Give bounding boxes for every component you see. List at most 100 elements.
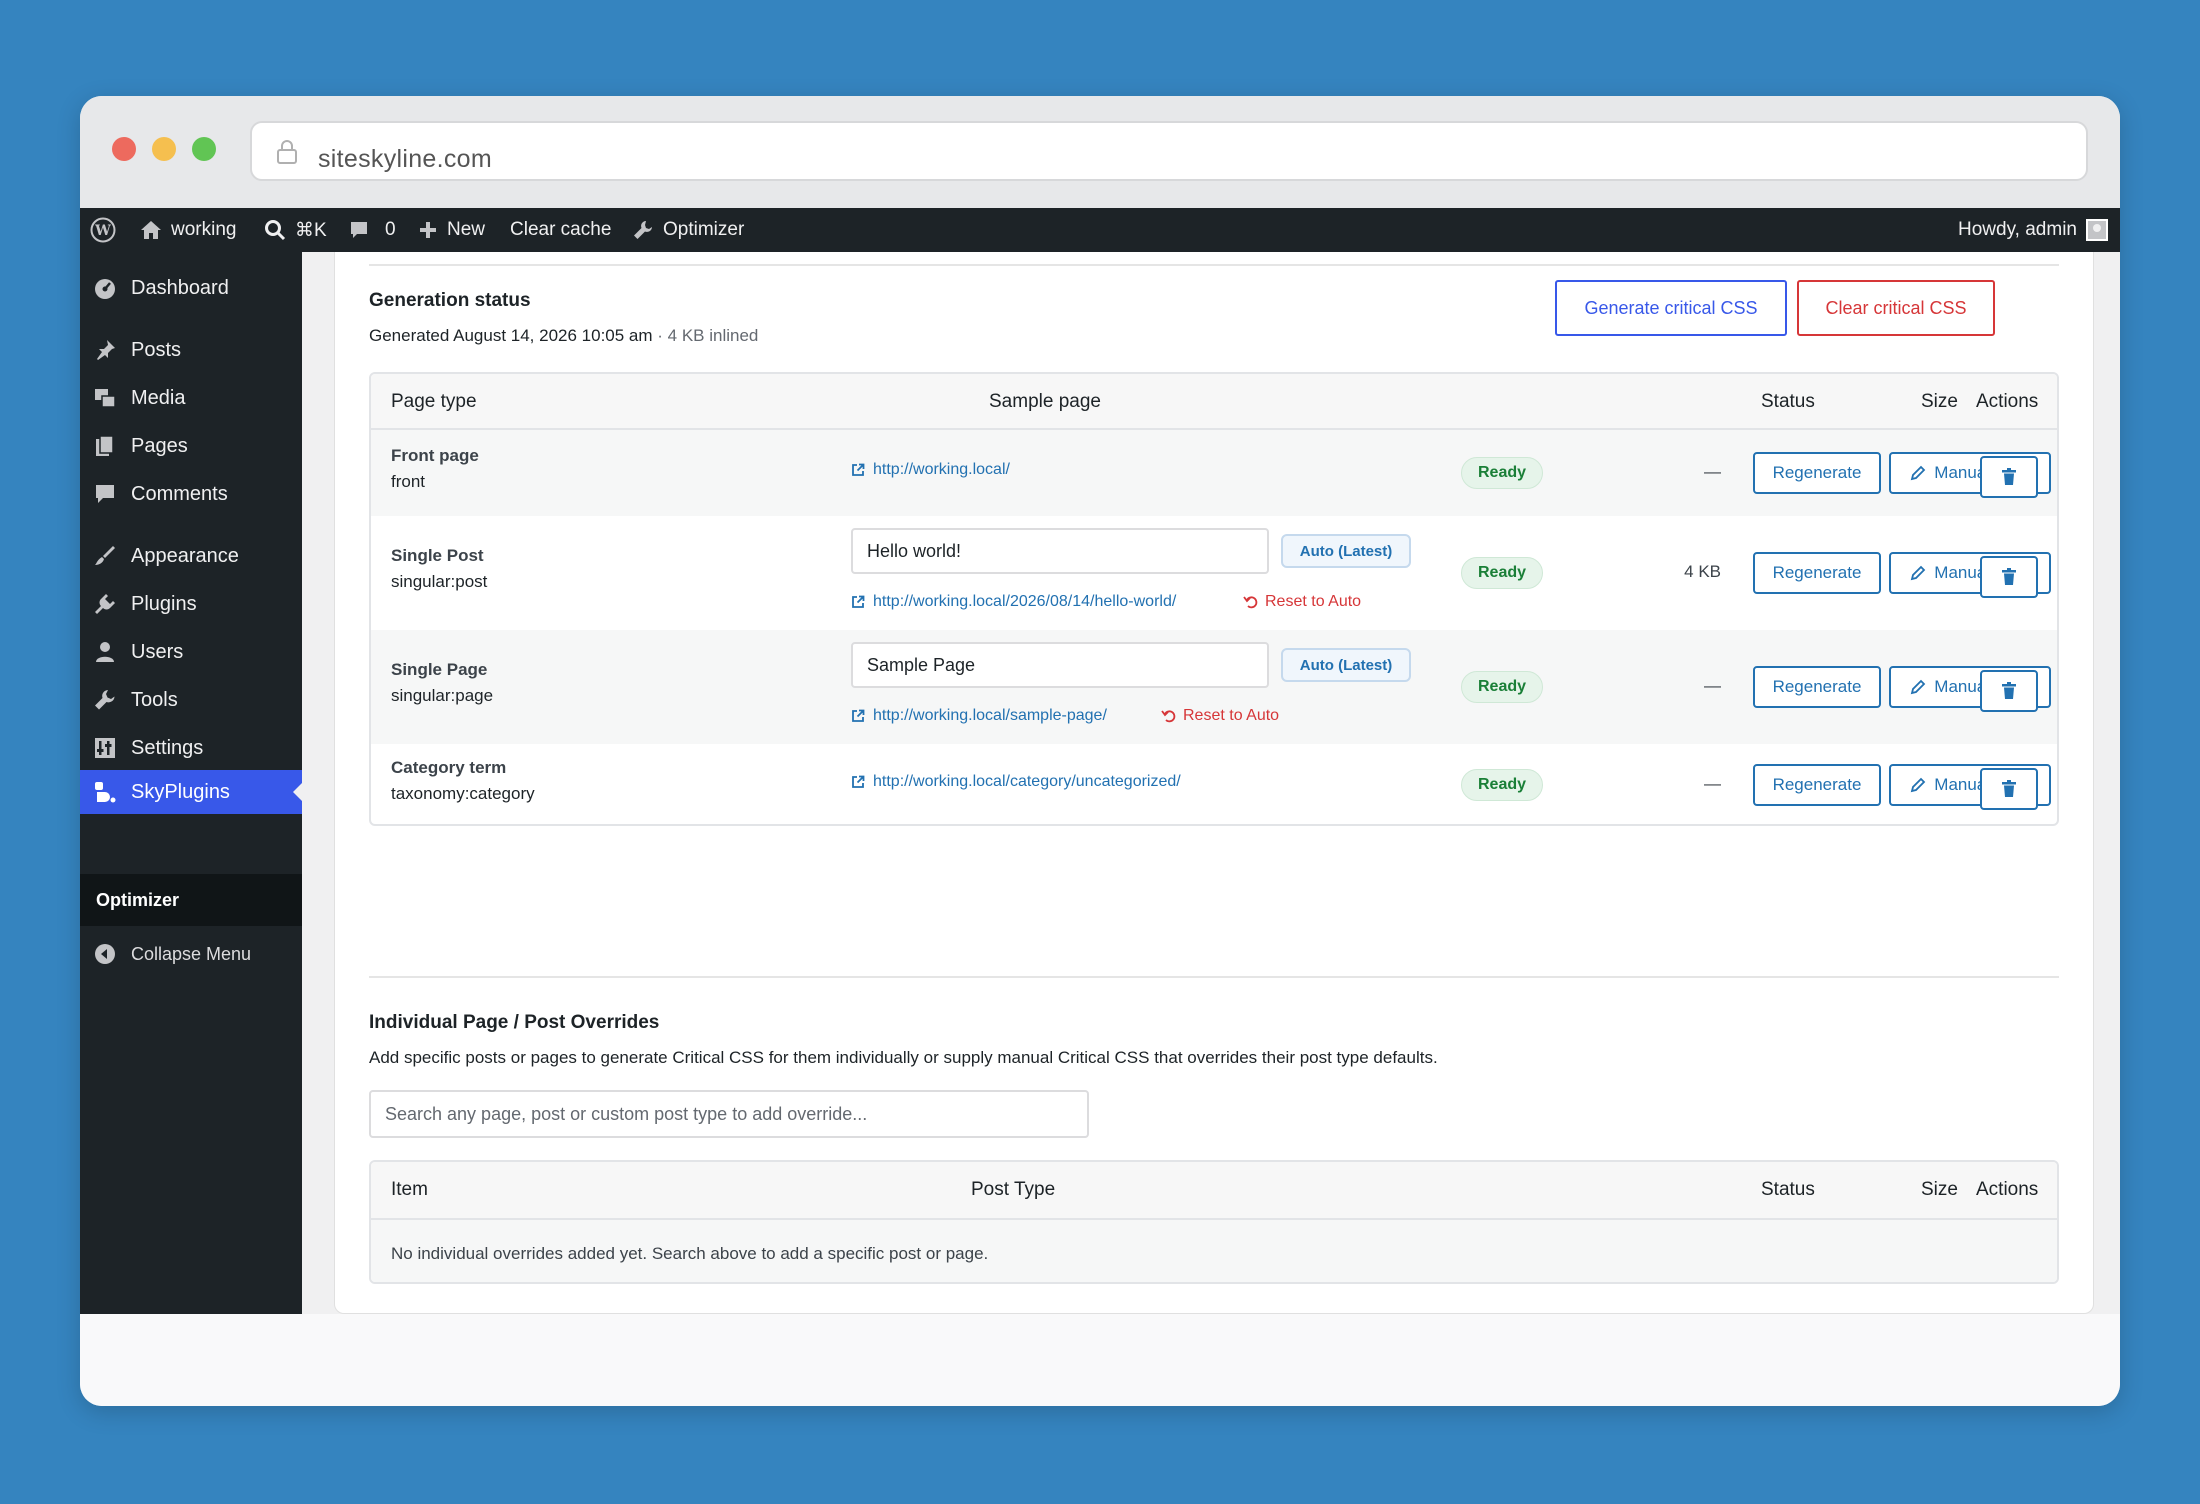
pages-icon (92, 433, 118, 459)
status-badge: Ready (1461, 769, 1543, 801)
optimizer-menu[interactable]: Optimizer (632, 208, 744, 252)
site-name: working (171, 219, 237, 240)
sidebar-item-posts[interactable]: Posts (80, 328, 302, 372)
sample-page-link[interactable]: http://working.local/sample-page/ (851, 707, 1107, 725)
page-type-key: taxonomy:category (391, 784, 535, 803)
sidebar-item-skyplugins[interactable]: SkyPlugins (80, 770, 302, 814)
wp-admin-bar: W working ⌘K 0 New Clear cache Optimizer… (80, 208, 2120, 252)
sidebar-item-plugins[interactable]: Plugins (80, 582, 302, 626)
sidebar-item-label: Media (131, 386, 186, 409)
page-type-name: Single Page (391, 660, 488, 679)
sample-page-link[interactable]: http://working.local/category/uncategori… (851, 773, 1181, 791)
delete-button[interactable] (1980, 556, 2038, 598)
minimize-window-button[interactable] (152, 137, 176, 161)
page-type-cell: Single Post singular:post (391, 546, 487, 592)
sidebar-item-settings[interactable]: Settings (80, 726, 302, 770)
col-actions: Actions (1976, 1179, 2039, 1200)
generation-status-subtitle: Generated August 14, 2026 10:05 am · 4 K… (369, 326, 758, 346)
main-content: Generation status Generated August 14, 2… (302, 252, 2120, 1314)
delete-button[interactable] (1980, 456, 2038, 498)
clear-cache-label: Clear cache (510, 219, 612, 240)
delete-button[interactable] (1980, 670, 2038, 712)
generation-status-title: Generation status (369, 290, 531, 311)
site-name-menu[interactable]: working (140, 208, 236, 252)
regenerate-button[interactable]: Regenerate (1753, 666, 1881, 708)
undo-icon (1243, 596, 1258, 609)
sidebar-item-label: Dashboard (131, 276, 229, 299)
collapse-arrow-icon (92, 941, 118, 967)
regenerate-button[interactable]: Regenerate (1753, 764, 1881, 806)
submenu-item-optimizer[interactable]: Optimizer (80, 874, 302, 926)
regenerate-button[interactable]: Regenerate (1753, 552, 1881, 594)
wp-logo-menu[interactable]: W (90, 208, 116, 252)
sidebar-item-label: Users (131, 640, 184, 663)
sidebar-item-users[interactable]: Users (80, 630, 302, 674)
external-link-icon (852, 595, 865, 608)
sidebar-item-label: Tools (131, 688, 178, 711)
trash-icon (2002, 468, 2016, 485)
trash-icon (2002, 568, 2016, 585)
undo-icon (1161, 710, 1176, 723)
collapse-menu-button[interactable]: Collapse Menu (80, 932, 302, 976)
empty-row: No individual overrides added yet. Searc… (371, 1220, 2057, 1282)
sample-page-link[interactable]: http://working.local/2026/08/14/hello-wo… (851, 593, 1176, 611)
new-content-menu[interactable]: New (418, 208, 485, 252)
page-type-cell: Category term taxonomy:category (391, 758, 535, 804)
trash-icon (2002, 780, 2016, 797)
sidebar-item-comments[interactable]: Comments (80, 472, 302, 516)
new-label: New (447, 219, 486, 240)
pencil-icon (1911, 465, 1926, 481)
regenerate-button[interactable]: Regenerate (1753, 452, 1881, 494)
user-icon (92, 639, 118, 665)
admin-sidebar: Dashboard Posts Media Pages Comments App… (80, 252, 302, 1314)
link-text: http://working.local/sample-page/ (873, 707, 1107, 724)
clear-critical-css-button[interactable]: Clear critical CSS (1797, 280, 1995, 336)
comments-menu[interactable]: 0 (348, 208, 396, 252)
size-value: — (1704, 676, 1721, 695)
account-menu[interactable]: Howdy, admin (1958, 208, 2108, 252)
size-value: 4 KB (1684, 562, 1721, 581)
maximize-window-button[interactable] (192, 137, 216, 161)
admin-search[interactable]: ⌘K (264, 208, 327, 252)
generate-critical-css-button[interactable]: Generate critical CSS (1555, 280, 1787, 336)
close-window-button[interactable] (112, 137, 136, 161)
sidebar-item-label: Comments (131, 482, 228, 505)
sidebar-item-tools[interactable]: Tools (80, 678, 302, 722)
address-bar[interactable]: siteskyline.com (250, 121, 2088, 181)
clear-cache-button[interactable]: Clear cache (510, 208, 611, 252)
optimizer-label: Optimizer (663, 219, 745, 240)
trash-icon (2002, 682, 2016, 699)
search-shortcut: ⌘K (295, 219, 327, 241)
sidebar-item-dashboard[interactable]: Dashboard (80, 266, 302, 310)
sidebar-item-media[interactable]: Media (80, 376, 302, 420)
pencil-icon (1911, 565, 1926, 581)
col-status: Status (1761, 1179, 1815, 1200)
reset-to-auto-link[interactable]: Reset to Auto (1243, 593, 1361, 611)
override-search-input[interactable] (371, 1092, 1087, 1136)
page-type-cell: Front page front (391, 446, 479, 492)
override-search-field[interactable] (369, 1090, 1089, 1138)
sidebar-item-label: Posts (131, 338, 182, 361)
divider (369, 264, 2059, 266)
sample-page-select[interactable]: Sample Page (851, 642, 1269, 688)
col-item: Item (391, 1179, 428, 1200)
sidebar-item-label: Pages (131, 434, 188, 457)
sidebar-item-label: SkyPlugins (131, 780, 230, 803)
wrench-icon (92, 687, 118, 713)
size-value: — (1704, 462, 1721, 481)
link-text: http://working.local/category/uncategori… (873, 773, 1181, 790)
comment-icon (92, 481, 118, 507)
sidebar-item-pages[interactable]: Pages (80, 424, 302, 468)
plus-icon (420, 222, 436, 238)
skyplugins-icon (92, 779, 118, 805)
comments-count: 0 (385, 219, 396, 240)
sidebar-item-appearance[interactable]: Appearance (80, 534, 302, 578)
reset-to-auto-link[interactable]: Reset to Auto (1161, 707, 1279, 725)
settings-card: Generation status Generated August 14, 2… (334, 252, 2094, 1314)
media-icon (92, 385, 118, 411)
overrides-description: Add specific posts or pages to generate … (369, 1048, 1438, 1067)
sample-post-select[interactable]: Hello world! (851, 528, 1269, 574)
delete-button[interactable] (1980, 768, 2038, 810)
sample-page-link[interactable]: http://working.local/ (851, 461, 1010, 479)
divider (369, 976, 2059, 978)
